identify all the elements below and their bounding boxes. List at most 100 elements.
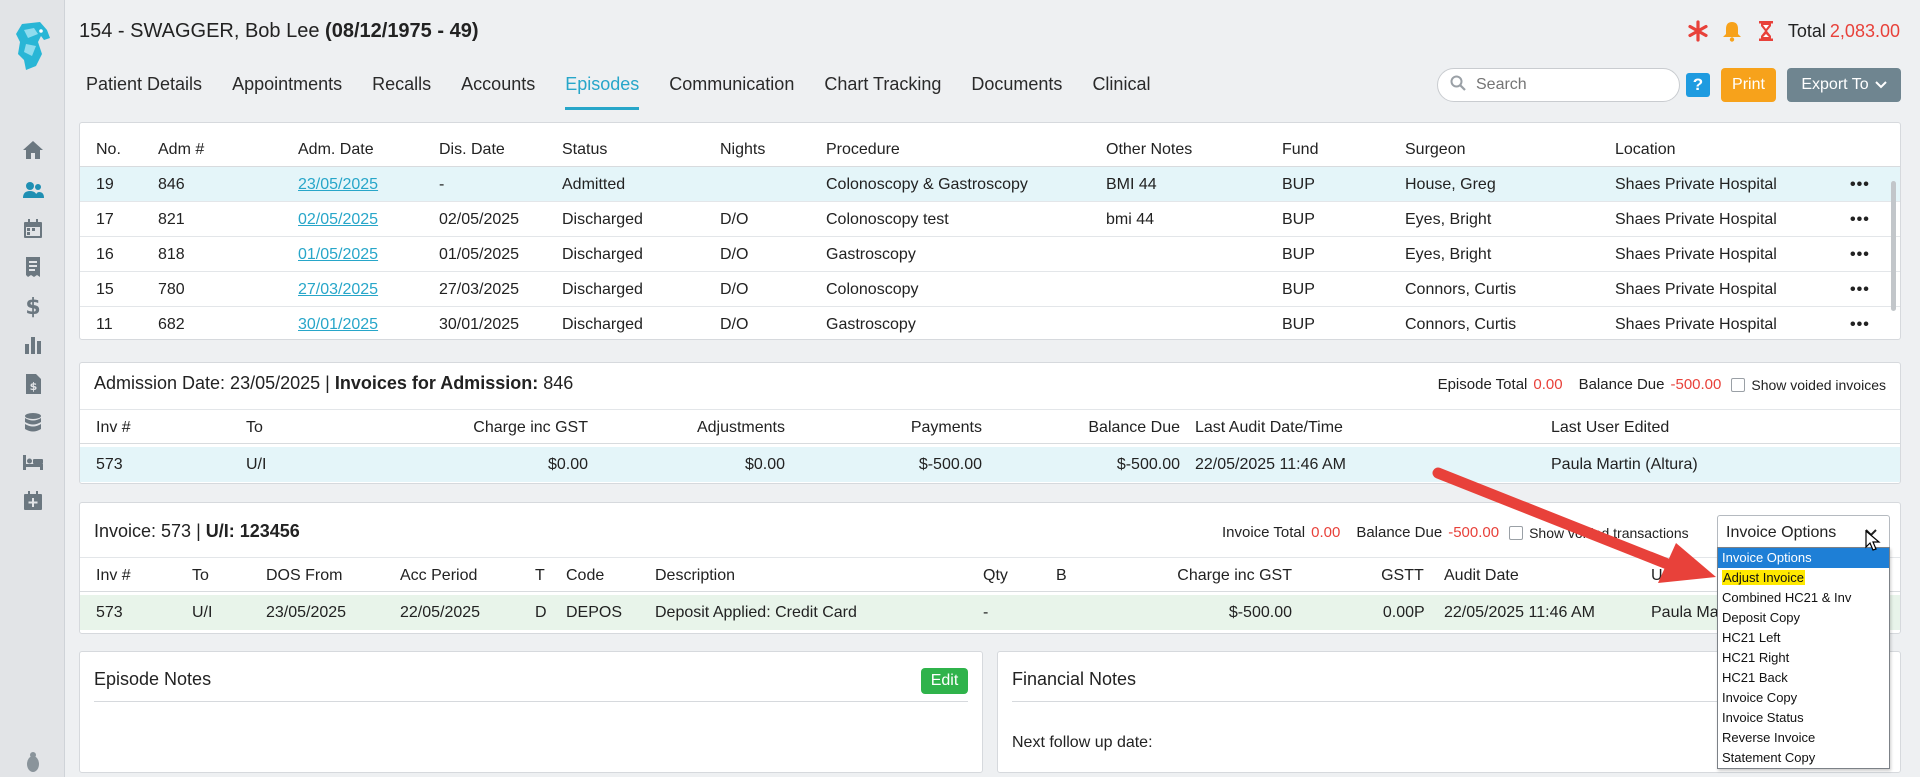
txn-tax-type: P	[1414, 604, 1425, 621]
invoice-options-value: Invoice Options	[1726, 524, 1837, 541]
search-input[interactable]	[1474, 75, 1664, 95]
export-button[interactable]: Export To	[1787, 68, 1901, 102]
tab-patient-details[interactable]: Patient Details	[86, 70, 202, 110]
table-row[interactable]: 573 U/I 23/05/2025 22/05/2025 D DEPOS De…	[80, 595, 1900, 630]
option-hc21-right[interactable]: HC21 Right	[1718, 648, 1889, 668]
show-voided-invoices-checkbox[interactable]	[1731, 377, 1746, 392]
chart-icon[interactable]	[19, 331, 47, 359]
row-menu-icon[interactable]: •••	[1850, 272, 1870, 307]
receipt-icon[interactable]	[19, 253, 47, 281]
episode-adm-date-link[interactable]: 02/05/2025	[298, 202, 378, 237]
search-icon	[1450, 75, 1466, 96]
tab-episodes[interactable]: Episodes	[565, 70, 640, 110]
tab-documents[interactable]: Documents	[971, 70, 1062, 110]
episode-fund: BUP	[1282, 281, 1315, 298]
asterisk-alert-icon[interactable]	[1686, 19, 1710, 43]
patient-dob: (08/12/1975 - 49)	[325, 20, 479, 42]
episode-status: Discharged	[562, 246, 643, 263]
episode-nights: D/O	[720, 246, 749, 263]
admission-number: 846	[543, 373, 574, 393]
option-deposit-copy[interactable]: Deposit Copy	[1718, 608, 1889, 628]
show-voided-invoices[interactable]: Show voided invoices	[1731, 377, 1886, 393]
table-row[interactable]: 19 846 23/05/2025 - Admitted Colonoscopy…	[80, 167, 1900, 202]
balance-due-label: Balance Due	[1578, 376, 1665, 393]
bed-icon[interactable]	[19, 448, 47, 476]
show-voided-transactions-checkbox[interactable]	[1509, 525, 1524, 540]
tab-clinical[interactable]: Clinical	[1092, 70, 1150, 110]
invoice-options-select[interactable]: Invoice Options	[1717, 515, 1890, 550]
col-header: Last User Edited	[1551, 419, 1670, 436]
calendar-plus-icon[interactable]	[19, 487, 47, 515]
dollar-icon[interactable]: $	[19, 292, 47, 320]
row-menu-icon[interactable]: •••	[1850, 202, 1870, 237]
invoice-balance-label: Balance Due	[1356, 524, 1443, 541]
table-row[interactable]: 573 U/I $0.00 $0.00 $-500.00 $-500.00 22…	[80, 447, 1900, 482]
option-reverse-invoice[interactable]: Reverse Invoice	[1718, 728, 1889, 748]
edit-episode-notes-button[interactable]: Edit	[921, 668, 968, 694]
print-button[interactable]: Print	[1721, 68, 1776, 102]
episode-adm-date-link[interactable]: 27/03/2025	[298, 272, 378, 307]
episode-location: Shaes Private Hospital	[1615, 281, 1777, 298]
help-button[interactable]: ?	[1686, 73, 1710, 97]
col-header: User	[1651, 567, 1685, 584]
invoice-options-list: Invoice Options Adjust Invoice Combined …	[1717, 547, 1890, 769]
row-menu-icon[interactable]: •••	[1850, 307, 1870, 342]
col-header: Balance Due	[1088, 419, 1180, 436]
txn-code: DEPOS	[566, 604, 623, 621]
col-header: Qty	[983, 567, 1008, 584]
episode-dis-date: 01/05/2025	[439, 246, 520, 263]
tab-appointments[interactable]: Appointments	[232, 70, 342, 110]
option-hc21-left[interactable]: HC21 Left	[1718, 628, 1889, 648]
option-statement-copy[interactable]: Statement Copy	[1718, 748, 1889, 768]
tab-chart-tracking[interactable]: Chart Tracking	[824, 70, 941, 110]
option-invoice-copy[interactable]: Invoice Copy	[1718, 688, 1889, 708]
show-voided-transactions[interactable]: Show voided transactions	[1509, 525, 1689, 541]
patients-icon[interactable]	[19, 176, 47, 204]
table-row[interactable]: 11 682 30/01/2025 30/01/2025 Discharged …	[80, 307, 1900, 342]
admission-invoices-panel: Admission Date: 23/05/2025 | Invoices fo…	[79, 362, 1901, 484]
option-invoice-status[interactable]: Invoice Status	[1718, 708, 1889, 728]
table-row[interactable]: 16 818 01/05/2025 01/05/2025 Discharged …	[80, 237, 1900, 272]
episode-surgeon: Eyes, Bright	[1405, 246, 1492, 263]
row-menu-icon[interactable]: •••	[1850, 167, 1870, 202]
admission-summary: Episode Total 0.00 Balance Due -500.00 S…	[1438, 376, 1886, 393]
tab-accounts[interactable]: Accounts	[461, 70, 535, 110]
episode-location: Shaes Private Hospital	[1615, 211, 1777, 228]
col-header: Surgeon	[1405, 141, 1466, 158]
scrollbar[interactable]	[1891, 181, 1896, 311]
col-header: Procedure	[826, 141, 900, 158]
tab-bar: Patient Details Appointments Recalls Acc…	[79, 70, 1165, 110]
tab-recalls[interactable]: Recalls	[372, 70, 431, 110]
row-menu-icon[interactable]: •••	[1850, 237, 1870, 272]
database-icon[interactable]	[19, 409, 47, 437]
balance-due-value: -500.00	[1670, 376, 1722, 393]
col-header: Inv #	[96, 567, 131, 584]
invoice-charge: $0.00	[547, 456, 588, 473]
dog-logo-icon[interactable]	[14, 20, 52, 72]
tab-communication[interactable]: Communication	[669, 70, 794, 110]
billing-icon[interactable]: $	[19, 370, 47, 398]
col-header: To	[192, 567, 209, 584]
option-hc21-back[interactable]: HC21 Back	[1718, 668, 1889, 688]
bug-icon[interactable]	[19, 748, 47, 776]
episode-no: 16	[96, 246, 114, 263]
episode-procedure: Gastroscopy	[826, 246, 916, 263]
episode-fund: BUP	[1282, 316, 1315, 333]
option-invoice-options[interactable]: Invoice Options	[1718, 548, 1889, 568]
episode-adm-date-link[interactable]: 30/01/2025	[298, 307, 378, 342]
table-row[interactable]: 17 821 02/05/2025 02/05/2025 Discharged …	[80, 202, 1900, 237]
episode-adm-date-link[interactable]: 23/05/2025	[298, 167, 378, 202]
episode-procedure: Colonoscopy	[826, 281, 919, 298]
hourglass-icon[interactable]	[1754, 19, 1778, 43]
bell-icon[interactable]	[1720, 19, 1744, 43]
home-icon[interactable]	[19, 136, 47, 164]
txn-gst: 0.00	[1382, 604, 1414, 621]
total-value: 2,083.00	[1829, 20, 1900, 41]
option-combined-hc21-inv[interactable]: Combined HC21 & Inv	[1718, 588, 1889, 608]
option-adjust-invoice[interactable]: Adjust Invoice	[1718, 568, 1889, 588]
option-adjust-invoice-label: Adjust Invoice	[1722, 570, 1805, 585]
table-row[interactable]: 15 780 27/03/2025 27/03/2025 Discharged …	[80, 272, 1900, 307]
episode-adm-date-link[interactable]: 01/05/2025	[298, 237, 378, 272]
episode-status: Discharged	[562, 281, 643, 298]
calendar-icon[interactable]	[19, 215, 47, 243]
